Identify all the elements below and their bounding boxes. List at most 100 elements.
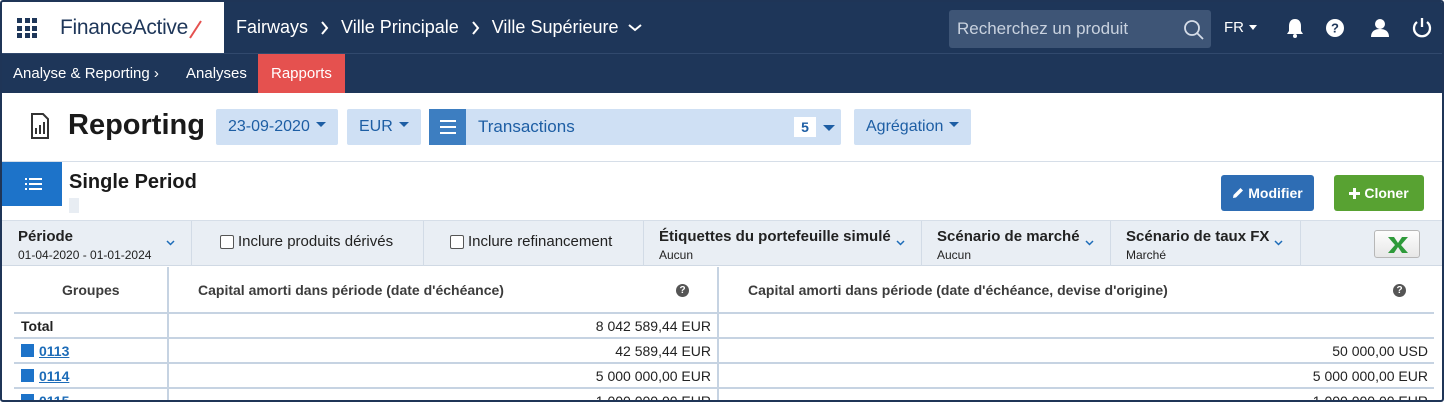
- transactions-count-badge: 5: [794, 117, 816, 137]
- row-group-total: Total: [21, 318, 54, 334]
- simulated-tags-filter[interactable]: Étiquettes du portefeuille simulé Aucun: [644, 221, 922, 266]
- app-window: FinanceActive Fairways Ville Principale …: [0, 0, 1444, 402]
- include-derivatives-filter: Inclure produits dérivés: [192, 221, 424, 266]
- breadcrumb: Fairways Ville Principale Ville Supérieu…: [236, 17, 642, 38]
- row-value-capital: 5 000 000,00 EUR: [595, 368, 711, 384]
- row-group: 0114: [21, 364, 69, 388]
- period-filter[interactable]: Période 01-04-2020 - 01-01-2024: [2, 221, 192, 266]
- pencil-icon: [1233, 188, 1244, 198]
- clone-button[interactable]: Cloner: [1334, 175, 1424, 211]
- logo-slash-icon: [189, 20, 202, 39]
- chevron-down-icon[interactable]: [627, 23, 642, 32]
- chevron-down-icon: [896, 240, 905, 246]
- modify-button[interactable]: Modifier: [1221, 175, 1314, 211]
- menu-icon[interactable]: [429, 109, 466, 145]
- nav-item-analyses[interactable]: Analyses: [186, 54, 247, 93]
- include-derivatives-checkbox[interactable]: Inclure produits dérivés: [220, 233, 393, 250]
- currency-value: EUR: [359, 118, 393, 135]
- section-title: Single Period: [69, 171, 197, 193]
- reporting-header: Reporting 23-09-2020 EUR Transactions 5 …: [2, 93, 1442, 162]
- table-row: 0115 1 000 000,00 EUR 1 000 000,00 EUR: [14, 389, 1434, 402]
- include-refinancing-checkbox[interactable]: Inclure refinancement: [450, 233, 612, 250]
- modify-button-label: Modifier: [1248, 185, 1303, 201]
- row-group: 0115: [21, 389, 69, 400]
- breadcrumb-item-ville-superieure[interactable]: Ville Supérieure: [492, 17, 619, 38]
- table-row-total: Total 8 042 589,44 EUR: [14, 314, 1434, 339]
- simulated-tags-value: Aucun: [659, 248, 694, 262]
- caret-down-icon: [398, 122, 409, 128]
- fx-scenario-label: Scénario de taux FX: [1126, 228, 1270, 245]
- table-header: Groupes Capital amorti dans période (dat…: [14, 267, 1434, 314]
- column-header-amortized-capital-original-currency[interactable]: Capital amorti dans période (date d'éché…: [748, 267, 1168, 314]
- language-selector[interactable]: FR: [1224, 19, 1257, 36]
- secondary-nav: Analyse & Reporting › Analyses Rapports: [2, 53, 1442, 93]
- group-color-swatch: [21, 344, 34, 357]
- row-value-capital-original: 50 000,00 USD: [1332, 343, 1428, 359]
- column-header-amortized-capital[interactable]: Capital amorti dans période (date d'éché…: [198, 267, 504, 314]
- chevron-down-icon: [1085, 240, 1094, 246]
- row-value-capital-original: 1 000 000,00 EUR: [1312, 393, 1428, 402]
- single-period-section: Single Period Modifier Cloner: [2, 162, 1442, 221]
- row-value-capital: 42 589,44 EUR: [615, 343, 711, 359]
- group-link[interactable]: 0115: [39, 393, 69, 400]
- row-value-capital-original: 5 000 000,00 EUR: [1312, 368, 1428, 384]
- user-icon[interactable]: [1369, 17, 1391, 39]
- group-color-swatch: [21, 369, 34, 382]
- search-input[interactable]: [957, 16, 1177, 42]
- currency-selector[interactable]: EUR: [347, 109, 421, 145]
- excel-export-button[interactable]: [1374, 230, 1420, 258]
- clone-button-label: Cloner: [1364, 185, 1409, 201]
- checkbox-box[interactable]: [450, 234, 464, 249]
- caret-down-icon[interactable]: [823, 125, 835, 131]
- include-refinancing-filter: Inclure refinancement: [424, 221, 644, 266]
- aggregation-selector[interactable]: Agrégation: [854, 109, 972, 145]
- chevron-down-icon: [166, 240, 175, 246]
- excel-icon: [1388, 237, 1408, 253]
- market-scenario-value: Aucun: [937, 248, 972, 262]
- breadcrumb-item-fairways[interactable]: Fairways: [236, 17, 308, 38]
- period-label: Période: [18, 228, 74, 245]
- market-scenario-filter[interactable]: Scénario de marché Aucun: [922, 221, 1111, 266]
- power-icon[interactable]: [1411, 17, 1433, 39]
- transactions-label: Transactions: [478, 117, 575, 136]
- filter-bar: Période 01-04-2020 - 01-01-2024 Inclure …: [2, 221, 1442, 266]
- simulated-tags-label: Étiquettes du portefeuille simulé: [659, 228, 891, 245]
- report-document-icon: [31, 113, 49, 139]
- apps-grid-icon[interactable]: [17, 18, 37, 38]
- bell-icon[interactable]: [1284, 17, 1306, 39]
- breadcrumb-item-ville-principale[interactable]: Ville Principale: [341, 17, 459, 38]
- list-icon[interactable]: [2, 162, 62, 206]
- row-group: 0113: [21, 339, 69, 363]
- group-color-swatch: [21, 394, 34, 400]
- help-icon[interactable]: ?: [1324, 17, 1346, 39]
- table-row: 0113 42 589,44 EUR 50 000,00 USD: [14, 339, 1434, 364]
- row-value-capital: 1 000 000,00 EUR: [595, 393, 711, 402]
- logo-text-finance: Finance: [60, 16, 133, 39]
- search-box: [949, 10, 1211, 48]
- help-icon[interactable]: ?: [1393, 284, 1406, 297]
- logo[interactable]: FinanceActive: [60, 16, 188, 40]
- transactions-selector[interactable]: Transactions 5: [429, 109, 841, 145]
- checkbox-box[interactable]: [220, 234, 234, 249]
- search-icon[interactable]: [1183, 19, 1205, 41]
- fx-scenario-value: Marché: [1126, 248, 1167, 262]
- fx-scenario-filter[interactable]: Scénario de taux FX Marché: [1111, 221, 1301, 266]
- caret-down-icon: [1249, 25, 1257, 30]
- nav-item-rapports[interactable]: Rapports: [258, 54, 345, 93]
- row-value-capital-original: [724, 314, 1428, 338]
- group-link[interactable]: 0113: [39, 343, 69, 359]
- chevron-down-icon: [1274, 240, 1283, 246]
- nav-item-analyse-reporting[interactable]: Analyse & Reporting ›: [13, 54, 159, 93]
- date-selector[interactable]: 23-09-2020: [216, 109, 338, 145]
- page-title: Reporting: [68, 109, 205, 141]
- report-table: Groupes Capital amorti dans période (dat…: [14, 267, 1434, 402]
- help-icon[interactable]: ?: [676, 284, 689, 297]
- table-row: 0114 5 000 000,00 EUR 5 000 000,00 EUR: [14, 364, 1434, 389]
- market-scenario-label: Scénario de marché: [937, 228, 1080, 245]
- group-link[interactable]: 0114: [39, 368, 69, 384]
- include-refinancing-label: Inclure refinancement: [468, 233, 613, 250]
- column-header-groups[interactable]: Groupes: [62, 267, 120, 314]
- caret-down-icon: [949, 122, 960, 128]
- language-label: FR: [1224, 19, 1244, 36]
- aggregation-label: Agrégation: [866, 118, 944, 135]
